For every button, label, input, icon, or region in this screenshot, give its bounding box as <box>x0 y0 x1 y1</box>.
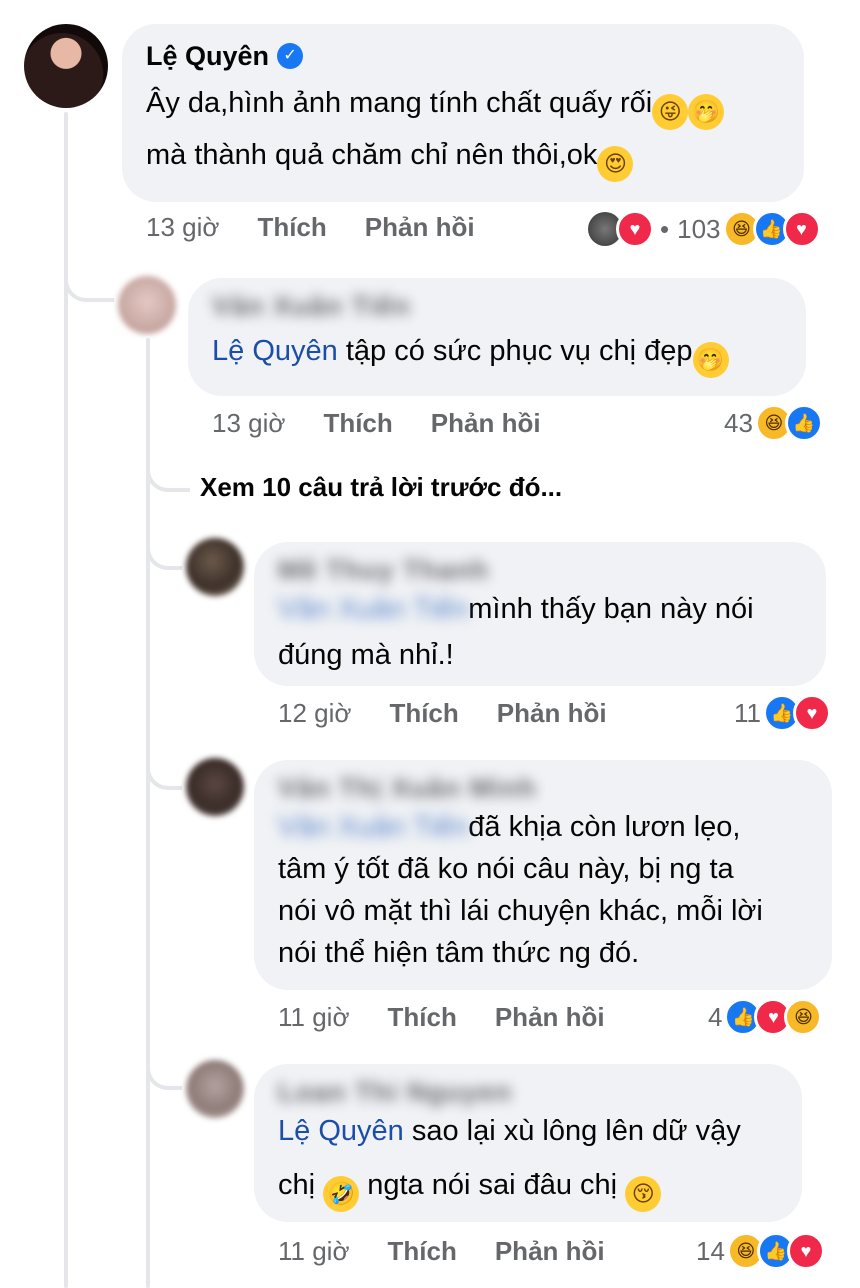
love-reaction-icon: ♥ <box>616 210 654 248</box>
comment-bubble: Văn Xuân Tiến Lệ Quyên tập có sức phục v… <box>188 278 806 396</box>
reply-text: Lệ Quyên sao lại xù lông lên dữ vậy chị … <box>278 1104 778 1212</box>
reply-text-line: nói vô mặt thì lái chuyện khác, mỗi lời <box>278 895 763 927</box>
mention-link[interactable]: Văn Xuân Tiến <box>278 593 468 625</box>
reply-button[interactable]: Phản hồi <box>365 212 475 243</box>
reaction-count: 103 <box>677 213 721 244</box>
reaction-summary[interactable]: 14 😆 👍 ♥ <box>696 1232 825 1270</box>
reply-author[interactable]: Loan Thi Nguyen <box>278 1076 778 1108</box>
reply-meta: 11 giờ Thích Phản hồi <box>278 1236 643 1267</box>
reply-meta: 12 giờ Thích Phản hồi <box>278 698 645 729</box>
reply-text-line: tâm ý tốt đã ko nói câu này, bị ng ta <box>278 853 734 885</box>
reaction-count: 4 <box>708 1001 723 1032</box>
avatar[interactable] <box>24 24 108 108</box>
thread-curve <box>146 740 182 790</box>
comment-meta: 13 giờ Thích Phản hồi <box>146 212 513 243</box>
reply-text-line: mình thấy bạn này nói <box>468 593 754 625</box>
like-button[interactable]: Thích <box>388 1236 457 1267</box>
like-reaction-icon: 👍 <box>784 404 823 442</box>
reply-text-line: đã khịa còn lươn lẹo, <box>468 811 741 843</box>
comment-bubble: Lệ Quyên ✓ Ây da,hình ảnh mang tính chất… <box>122 24 804 202</box>
like-button[interactable]: Thích <box>257 212 326 243</box>
reply-button[interactable]: Phản hồi <box>431 408 541 439</box>
reply-text: Văn Xuân Tiếnđã khịa còn lươn lẹo, tâm ý… <box>278 806 808 974</box>
reply-bubble: Loan Thi Nguyen Lệ Quyên sao lại xù lông… <box>254 1064 802 1222</box>
rolling-laughing-emoji-icon: 🤣 <box>323 1176 360 1212</box>
reply-bubble: Văn Thị Xuân Minh Văn Xuân Tiếnđã khịa c… <box>254 760 832 990</box>
reply-bubble: Mề Thuy Thanh Văn Xuân Tiếnmình thấy bạn… <box>254 542 826 686</box>
comment-author[interactable]: Văn Xuân Tiến <box>212 290 782 322</box>
winking-tongue-emoji-icon: 😜 <box>652 94 689 130</box>
comment-author: Lệ Quyên ✓ <box>146 40 780 72</box>
heart-eyes-emoji-icon: 😍 <box>597 146 634 182</box>
author-name[interactable]: Lệ Quyên <box>146 40 269 72</box>
reply-time[interactable]: 11 giờ <box>278 1002 350 1033</box>
like-button[interactable]: Thích <box>323 408 392 439</box>
mention-link[interactable]: Lệ Quyên <box>212 335 338 367</box>
see-previous-replies-link[interactable]: Xem 10 câu trả lời trước đó... <box>200 472 562 503</box>
reply-text-line: chị <box>278 1169 324 1201</box>
comment-time[interactable]: 13 giờ <box>212 408 285 439</box>
reply-meta: 11 giờ Thích Phản hồi <box>278 1002 643 1033</box>
reply-text-line: đúng mà nhỉ.! <box>278 639 454 671</box>
hand-over-mouth-emoji-icon: 🤭 <box>692 342 729 378</box>
love-reaction-icon: ♥ <box>782 210 821 248</box>
reply-time[interactable]: 12 giờ <box>278 698 351 729</box>
hand-over-mouth-emoji-icon: 🤭 <box>688 94 725 130</box>
reply-text-line: nói thể hiện tâm thức ng đó. <box>278 937 640 969</box>
reply-author[interactable]: Mề Thuy Thanh <box>278 554 802 586</box>
reply-text-line: sao lại xù lông lên dữ vậy <box>403 1115 741 1147</box>
reaction-count: 14 <box>696 1235 725 1266</box>
reply-button[interactable]: Phản hồi <box>497 698 607 729</box>
reaction-count: 11 <box>734 697 761 728</box>
reply-author[interactable]: Văn Thị Xuân Minh <box>278 772 808 804</box>
like-button[interactable]: Thích <box>389 698 458 729</box>
haha-reaction-icon: 😆 <box>784 998 823 1036</box>
like-button[interactable]: Thích <box>388 1002 457 1033</box>
reply-text: Văn Xuân Tiếnmình thấy bạn này nói đúng … <box>278 586 802 678</box>
comment-text-line: mà thành quả chăm chỉ nên thôi,ok <box>146 139 598 171</box>
love-reaction-icon: ♥ <box>786 1232 825 1270</box>
thread-curve <box>146 440 190 492</box>
reaction-separator: • <box>660 213 670 244</box>
reply-button[interactable]: Phản hồi <box>495 1002 605 1033</box>
reaction-summary[interactable]: ♥ • 103 😆 👍 ♥ <box>588 210 821 248</box>
mention-link[interactable]: Lệ Quyên <box>278 1115 404 1147</box>
avatar[interactable] <box>186 538 244 596</box>
reaction-summary[interactable]: 11 👍 ♥ <box>734 694 831 732</box>
comment-meta: 13 giờ Thích Phản hồi <box>212 408 579 439</box>
thread-curve <box>64 250 114 302</box>
comment-text-line: tập có sức phục vụ chị đẹp <box>337 335 693 367</box>
kissing-emoji-icon: 😚 <box>625 1176 662 1212</box>
thread-curve <box>146 520 182 570</box>
reaction-count: 43 <box>724 407 753 438</box>
comment-text: Ây da,hình ảnh mang tính chất quấy rối 😜 🤭… <box>146 78 780 182</box>
avatar[interactable] <box>118 276 176 334</box>
avatar[interactable] <box>186 1060 244 1118</box>
avatar[interactable] <box>186 758 244 816</box>
verified-badge-icon: ✓ <box>277 43 304 69</box>
comment-time[interactable]: 13 giờ <box>146 212 219 243</box>
reaction-summary[interactable]: 43 😆 👍 <box>724 404 823 442</box>
reply-button[interactable]: Phản hồi <box>495 1236 605 1267</box>
love-reaction-icon: ♥ <box>793 694 831 732</box>
reaction-summary[interactable]: 4 👍 ♥ 😆 <box>708 998 823 1036</box>
thread-curve <box>146 1040 182 1090</box>
reply-text-line: ngta nói sai đâu chị <box>359 1169 626 1201</box>
comment-text: Lệ Quyên tập có sức phục vụ chị đẹp 🤭 <box>212 326 782 378</box>
comment-text-line: Ây da,hình ảnh mang tính chất quấy rối <box>146 87 653 119</box>
mention-link[interactable]: Văn Xuân Tiến <box>278 811 468 843</box>
reply-time[interactable]: 11 giờ <box>278 1236 350 1267</box>
